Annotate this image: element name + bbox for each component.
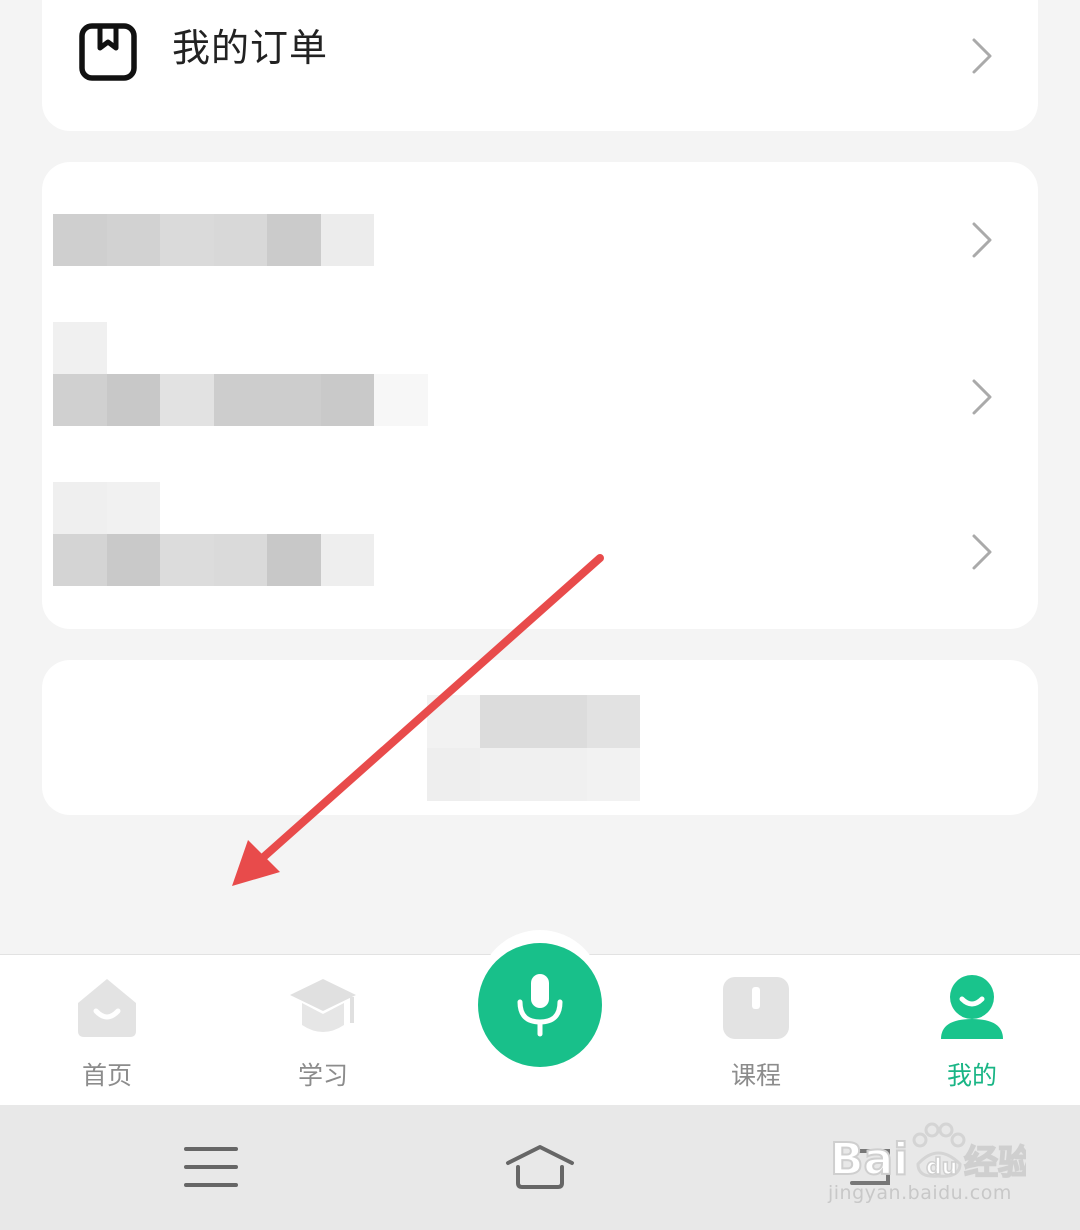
svg-text:du: du	[926, 1155, 957, 1180]
blurred-label	[53, 214, 374, 266]
settings-menu-card	[42, 162, 1038, 629]
microphone-icon	[517, 974, 563, 1037]
tab-study-label: 学习	[297, 1061, 348, 1090]
blurred-label-faint	[53, 322, 107, 374]
svg-text:Bai: Bai	[830, 1134, 908, 1185]
banner-card[interactable]	[42, 660, 1038, 815]
user-profile-icon	[937, 973, 1007, 1043]
watermark-url: jingyan.baidu.com	[828, 1182, 1012, 1204]
book-icon	[721, 973, 791, 1043]
chevron-right-icon	[970, 220, 994, 260]
menu-icon[interactable]	[184, 1145, 238, 1193]
menu-item-1[interactable]	[42, 187, 1038, 317]
menu-item-3[interactable]	[42, 482, 1038, 612]
orders-card: 我的订单	[42, 0, 1038, 131]
menu-item-2[interactable]	[42, 322, 1038, 452]
svg-text:经验: 经验	[964, 1143, 1026, 1183]
home-system-icon[interactable]	[504, 1143, 576, 1195]
blurred-label-faint	[53, 482, 160, 534]
tab-courses-label: 课程	[730, 1061, 781, 1090]
blurred-label	[53, 534, 374, 586]
tab-courses[interactable]: 课程	[686, 955, 826, 1106]
tab-mine-label: 我的	[946, 1061, 997, 1090]
graduation-cap-icon	[288, 973, 358, 1043]
tab-home-label: 首页	[81, 1061, 132, 1090]
voice-input-button[interactable]	[478, 943, 602, 1067]
my-orders-label: 我的订单	[172, 26, 329, 70]
home-icon	[72, 973, 142, 1043]
my-orders-row[interactable]: 我的订单	[42, 0, 1038, 110]
tab-mine[interactable]: 我的	[902, 955, 1042, 1106]
blurred-banner-text	[427, 695, 640, 801]
bookmark-icon	[78, 22, 138, 82]
chevron-right-icon	[970, 377, 994, 417]
chevron-right-icon	[970, 36, 994, 76]
chevron-right-icon	[970, 532, 994, 572]
blurred-label	[53, 374, 428, 426]
tab-study[interactable]: 学习	[253, 955, 393, 1106]
tab-home[interactable]: 首页	[37, 955, 177, 1106]
